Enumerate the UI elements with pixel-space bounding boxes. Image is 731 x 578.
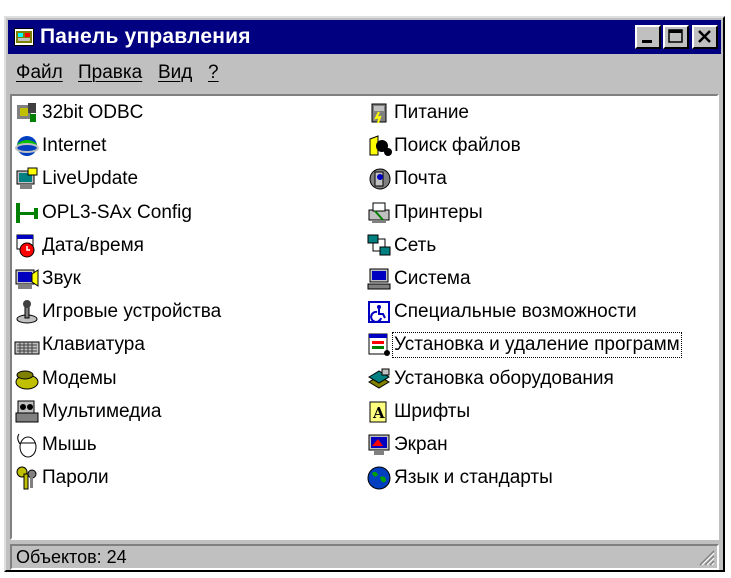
list-item-label: Клавиатура <box>42 334 145 356</box>
list-item[interactable]: Клавиатура <box>14 330 145 360</box>
list-item[interactable]: Установка и удаление программ <box>366 330 682 360</box>
list-item-label: LiveUpdate <box>42 168 139 190</box>
list-item[interactable]: Internet <box>14 131 106 161</box>
list-item-label: Мультимедиа <box>42 400 162 422</box>
keyboard-icon <box>14 341 40 355</box>
maximize-icon <box>668 29 683 43</box>
list-item-label: Игровые устройства <box>42 301 222 323</box>
calendar-clock-icon <box>16 234 35 258</box>
joystick-icon <box>16 300 38 324</box>
title-bar[interactable]: Панель управления <box>8 20 721 54</box>
list-item[interactable]: Звук <box>14 264 81 294</box>
network-icon <box>367 234 391 256</box>
list-item[interactable]: Модемы <box>14 364 117 394</box>
mouse-icon <box>17 433 37 458</box>
add-hardware-icon <box>368 368 390 389</box>
power-icon <box>371 103 387 124</box>
list-item-label: Сеть <box>394 234 437 256</box>
odbc-icon <box>17 103 36 122</box>
minimize-button[interactable] <box>635 25 661 49</box>
audio-config-icon <box>16 202 38 223</box>
items-list: 32bit ODBC Internet LiveUpdate OPL3-SAx Con… <box>10 94 719 540</box>
control-panel-icon <box>14 28 34 46</box>
minimize-icon <box>642 40 652 43</box>
list-item-label: Экран <box>394 434 448 455</box>
internet-icon <box>15 136 39 157</box>
list-item[interactable]: Экран <box>366 430 448 460</box>
list-item[interactable]: Питание <box>366 98 469 128</box>
maximize-button[interactable] <box>663 25 689 49</box>
list-item[interactable]: Пароли <box>14 463 109 493</box>
list-item-label: Язык и стандарты <box>394 467 553 489</box>
resize-grip-icon[interactable] <box>697 548 715 566</box>
list-item-label: Шрифты <box>394 400 471 422</box>
control-panel-window: Панель управления Файл Правка Вид ? 32bi… <box>4 16 725 572</box>
sound-icon <box>15 269 39 289</box>
list-item[interactable]: Мультимедиа <box>14 397 161 427</box>
list-item[interactable]: OPL3-SAx Config <box>14 198 192 228</box>
list-item-label: Установка оборудования <box>394 367 614 389</box>
list-item[interactable]: Принтеры <box>366 198 483 228</box>
keys-icon <box>16 466 37 490</box>
list-item-label: Питание <box>394 102 469 123</box>
menu-bar: Файл Правка Вид ? <box>8 56 721 92</box>
multimedia-icon <box>15 400 39 423</box>
list-item[interactable]: A Шрифты <box>366 397 470 427</box>
list-item[interactable]: Поиск файлов <box>366 131 521 161</box>
list-item[interactable]: LiveUpdate <box>14 164 138 194</box>
list-item-label: Пароли <box>42 467 109 489</box>
list-item-label: Установка и удаление программ <box>392 332 682 359</box>
list-item-label: Система <box>394 268 471 289</box>
fonts-icon: A <box>369 401 387 423</box>
list-item-label: Принтеры <box>394 201 483 223</box>
regional-settings-icon <box>367 466 391 490</box>
close-button[interactable] <box>692 25 718 49</box>
printers-icon <box>368 202 390 223</box>
list-item[interactable]: Игровые устройства <box>14 297 221 327</box>
accessibility-icon <box>368 301 390 324</box>
close-icon <box>698 30 711 43</box>
find-files-icon <box>369 135 392 157</box>
list-item[interactable]: Установка оборудования <box>366 364 614 394</box>
list-item[interactable]: Мышь <box>14 430 97 460</box>
display-icon <box>368 434 390 455</box>
menu-view[interactable]: Вид <box>158 62 192 84</box>
list-item[interactable]: Система <box>366 264 471 294</box>
list-item-label: Звук <box>42 268 81 289</box>
list-item-label: Мышь <box>42 434 97 455</box>
add-remove-programs-icon <box>368 333 390 357</box>
list-item[interactable]: Язык и стандарты <box>366 463 553 493</box>
list-item-label: Почта <box>394 168 447 190</box>
window-title: Панель управления <box>40 25 251 48</box>
list-item-label: Поиск файлов <box>394 135 521 157</box>
menu-file[interactable]: Файл <box>16 62 63 84</box>
list-item-label: 32bit ODBC <box>42 102 144 123</box>
menu-edit[interactable]: Правка <box>78 62 142 84</box>
list-item-label: Специальные возможности <box>394 301 637 323</box>
modem-icon <box>15 370 39 390</box>
list-item[interactable]: 32bit ODBC <box>14 98 143 128</box>
list-item[interactable]: Специальные возможности <box>366 297 637 327</box>
svg-text:A: A <box>372 404 385 422</box>
list-item[interactable]: Дата/время <box>14 231 144 261</box>
menu-help[interactable]: ? <box>208 62 219 84</box>
liveupdate-icon <box>16 167 38 190</box>
list-item-label: Internet <box>42 135 107 157</box>
system-icon <box>367 268 391 290</box>
list-item[interactable]: Почта <box>366 164 447 194</box>
status-bar: Объектов: 24 <box>10 544 719 570</box>
list-item-label: OPL3-SAx Config <box>42 201 192 223</box>
status-text: Объектов: 24 <box>16 547 127 567</box>
list-item-label: Дата/время <box>42 234 144 256</box>
mail-icon <box>369 168 391 190</box>
list-item[interactable]: Сеть <box>366 231 436 261</box>
list-item-label: Модемы <box>42 367 117 389</box>
